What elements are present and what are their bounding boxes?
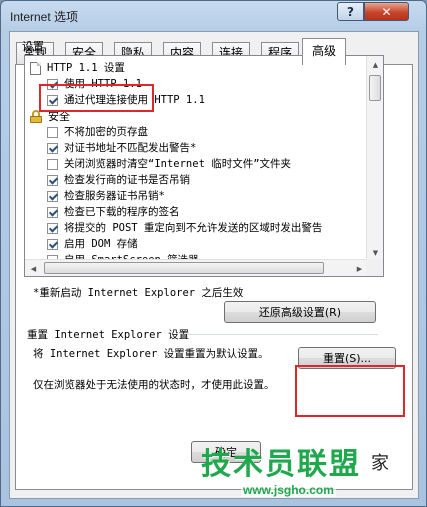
tree-item-label: 安全 (48, 110, 70, 123)
question-icon: ? (347, 4, 354, 19)
scroll-left-arrow-icon[interactable]: ◀ (25, 260, 42, 276)
reset-hint: 仅在浏览器处于无法使用的状态时，才使用此设置。 (33, 379, 275, 391)
tree-item-label: 对证书地址不匹配发出警告* (64, 142, 197, 154)
reset-button[interactable]: 重置(S)... (298, 347, 396, 369)
close-icon: ✕ (381, 4, 392, 19)
settings-tree[interactable]: HTTP 1.1 设置 使用 HTTP 1.1 通过代理连接使用 HTTP 1.… (24, 55, 384, 277)
tree-item-label: 检查服务器证书吊销* (64, 190, 165, 202)
tree-item-label: 使用 HTTP 1.1 (64, 78, 142, 90)
tree-item-publisher-revocation[interactable]: 检查发行商的证书是否吊销 (47, 173, 190, 188)
tree-category-security[interactable]: 安全 (30, 109, 70, 124)
settings-group-label: 设置 (22, 40, 44, 53)
help-button[interactable]: ? (337, 2, 364, 21)
tree-item-dom-storage[interactable]: 启用 DOM 存储 (47, 237, 138, 252)
checkbox-proxy-http11[interactable] (47, 95, 58, 106)
horizontal-scroll-thumb[interactable] (44, 262, 324, 274)
checkbox-dom-storage[interactable] (47, 239, 58, 250)
tree-item-label: 关闭浏览器时清空“Internet 临时文件”文件夹 (64, 158, 292, 170)
checkbox-check-signatures[interactable] (47, 207, 58, 218)
restore-advanced-settings-button[interactable]: 还原高级设置(R) (224, 301, 376, 323)
tree-item-empty-temp-files[interactable]: 关闭浏览器时清空“Internet 临时文件”文件夹 (47, 157, 291, 172)
tree-item-label: 检查已下载的程序的签名 (64, 206, 180, 218)
tree-item-use-http11[interactable]: 使用 HTTP 1.1 (47, 77, 142, 92)
horizontal-scrollbar[interactable]: ◀ ▶ (25, 259, 368, 276)
tree-item-check-signatures[interactable]: 检查已下载的程序的签名 (47, 205, 180, 220)
ok-button[interactable]: 确定 (191, 441, 261, 463)
tree-item-proxy-http11[interactable]: 通过代理连接使用 HTTP 1.1 (47, 93, 205, 108)
section-divider (188, 334, 378, 335)
tree-item-label: 通过代理连接使用 HTTP 1.1 (64, 94, 205, 106)
checkbox-server-revocation[interactable] (47, 191, 58, 202)
title-bar[interactable]: Internet 选项 ? ✕ (1, 1, 426, 31)
scrollbar-corner (366, 259, 383, 276)
checkbox-publisher-revocation[interactable] (47, 175, 58, 186)
page-icon (30, 62, 41, 75)
tree-item-label: 启用 DOM 存储 (64, 238, 138, 250)
tree-item-label: HTTP 1.1 设置 (47, 62, 125, 74)
tree-item-no-save-encrypted[interactable]: 不将加密的页存盘 (47, 125, 148, 140)
reset-description: 将 Internet Explorer 设置重置为默认设置。 (33, 348, 269, 360)
tab-advanced[interactable]: 高级 (302, 38, 347, 65)
checkbox-use-http11[interactable] (47, 79, 58, 90)
scroll-up-arrow-icon[interactable]: ▲ (367, 56, 383, 73)
tree-item-label: 检查发行商的证书是否吊销 (64, 174, 190, 186)
tree-item-cert-mismatch[interactable]: 对证书地址不匹配发出警告* (47, 141, 196, 156)
close-button[interactable]: ✕ (364, 2, 409, 21)
tree-item-label: 不将加密的页存盘 (64, 126, 148, 138)
checkbox-post-redirect-warning[interactable] (47, 223, 58, 234)
internet-options-window: Internet 选项 ? ✕ 常规 安全 隐私 内容 连接 程序 高级 设置 … (0, 0, 427, 507)
window-title: Internet 选项 (10, 10, 79, 24)
reset-section-title: 重置 Internet Explorer 设置 (27, 329, 190, 341)
checkbox-cert-mismatch[interactable] (47, 143, 58, 154)
tree-item-server-revocation[interactable]: 检查服务器证书吊销* (47, 189, 165, 204)
checkbox-empty-temp-files[interactable] (47, 159, 58, 170)
restart-note: *重新启动 Internet Explorer 之后生效 (33, 287, 244, 299)
tree-item-label: 将提交的 POST 重定向到不允许发送的区域时发出警告 (64, 222, 323, 234)
lock-icon (30, 110, 42, 123)
vertical-scroll-thumb[interactable] (369, 75, 381, 101)
tree-category-http11[interactable]: HTTP 1.1 设置 (30, 61, 125, 76)
tree-item-post-redirect-warning[interactable]: 将提交的 POST 重定向到不允许发送的区域时发出警告 (47, 221, 322, 236)
vertical-scrollbar[interactable]: ▲ ▼ (366, 56, 383, 261)
checkbox-no-save-encrypted[interactable] (47, 127, 58, 138)
